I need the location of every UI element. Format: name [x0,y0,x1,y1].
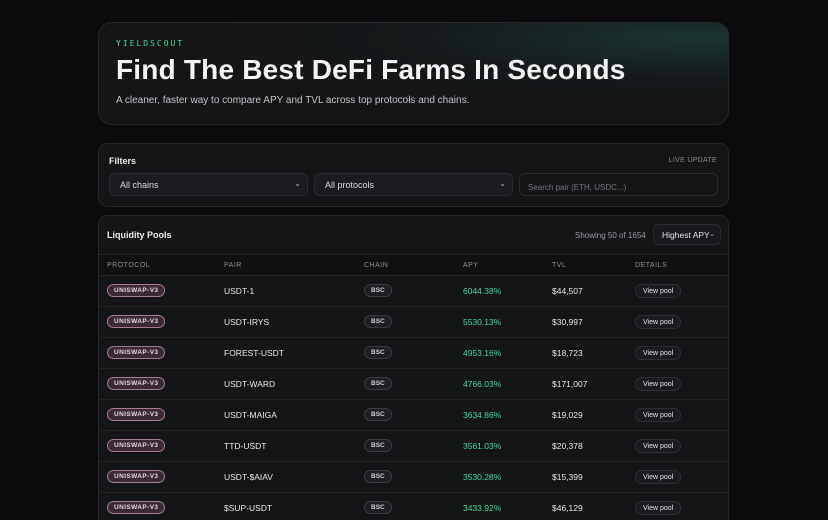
table-row: UNISWAP-V3 USDT-$AIAV BSC 3530.28% $15,3… [99,462,728,493]
column-header-chain: CHAIN [364,262,389,269]
apy-value: 4766.03% [463,379,502,389]
filters-panel: Filters LIVE UPDATE All chains ⌄ All pro… [98,143,729,207]
apy-value: 4953.16% [463,348,502,358]
chevron-down-icon: ⌄ [709,231,715,238]
pair-name: FOREST-USDT [224,348,284,358]
chain-badge: BSC [364,439,392,452]
brand-label: YIELDSCOUT [116,39,185,48]
pair-name: USDT-IRYS [224,317,270,327]
protocol-badge: UNISWAP-V3 [107,346,166,359]
protocol-badge: UNISWAP-V3 [107,501,166,514]
table-row: UNISWAP-V3 USDT-IRYS BSC 5530.13% $30,99… [99,307,728,338]
column-header-tvl: TVL [552,262,567,269]
chain-select[interactable]: All chains ⌄ [109,173,308,196]
pair-name: USDT-WARD [224,379,276,389]
chain-badge: BSC [364,377,392,390]
pair-name: TTD-USDT [224,441,267,451]
column-header-pair: PAIR [224,262,242,269]
view-pool-button[interactable]: View pool [635,284,682,298]
column-header-details: DETAILS [635,262,668,269]
liquidity-pools-panel: Liquidity Pools Showing 50 of 1654 Highe… [98,215,729,520]
tvl-value: $19,029 [552,410,583,420]
protocol-badge: UNISWAP-V3 [107,315,166,328]
view-pool-button[interactable]: View pool [635,439,682,453]
tvl-value: $30,997 [552,317,583,327]
apy-value: 3530.28% [463,472,502,482]
filters-title: Filters [109,156,137,166]
sort-select[interactable]: Highest APY ⌄ [653,224,721,245]
column-header-protocol: PROTOCOL [107,262,151,269]
view-pool-button[interactable]: View pool [635,315,682,329]
table-row: UNISWAP-V3 TTD-USDT BSC 3561.03% $20,378… [99,431,728,462]
chain-badge: BSC [364,284,392,297]
pools-title: Liquidity Pools [107,230,172,240]
protocol-badge: UNISWAP-V3 [107,377,166,390]
tvl-value: $171,007 [552,379,588,389]
tvl-value: $44,507 [552,286,583,296]
chain-badge: BSC [364,501,392,514]
protocol-badge: UNISWAP-V3 [107,408,166,421]
pair-name: $SUP-USDT [224,503,273,513]
table-header: PROTOCOL PAIR CHAIN APY TVL DETAILS [99,254,728,276]
protocol-badge: UNISWAP-V3 [107,439,166,452]
column-header-apy: APY [463,262,479,269]
pair-name: USDT-MAIGA [224,410,277,420]
table-row: UNISWAP-V3 FOREST-USDT BSC 4953.16% $18,… [99,338,728,369]
search-input[interactable] [519,173,718,196]
tvl-value: $20,378 [552,441,583,451]
page-title: Find The Best DeFi Farms In Seconds [116,54,626,85]
protocol-badge: UNISWAP-V3 [107,470,166,483]
live-update-label: LIVE UPDATE [668,157,717,164]
apy-value: 3433.92% [463,503,502,513]
chevron-down-icon: ⌄ [294,179,301,188]
protocol-select[interactable]: All protocols ⌄ [314,173,513,196]
tvl-value: $15,399 [552,472,583,482]
apy-value: 3561.03% [463,441,502,451]
page-subtitle: A cleaner, faster way to compare APY and… [116,95,470,106]
results-count: Showing 50 of 1654 [575,231,646,240]
protocol-select-value: All protocols [325,180,375,190]
chevron-down-icon: ⌄ [499,179,506,188]
tvl-value: $18,723 [552,348,583,358]
chain-badge: BSC [364,408,392,421]
view-pool-button[interactable]: View pool [635,470,682,484]
chain-badge: BSC [364,315,392,328]
tvl-value: $46,129 [552,503,583,513]
apy-value: 3634.86% [463,410,502,420]
apy-value: 6044.38% [463,286,502,296]
chain-select-value: All chains [120,180,159,190]
view-pool-button[interactable]: View pool [635,377,682,391]
sort-select-value: Highest APY [662,230,710,240]
chain-badge: BSC [364,346,392,359]
view-pool-button[interactable]: View pool [635,501,682,515]
pair-name: USDT-$AIAV [224,472,273,482]
chain-badge: BSC [364,470,392,483]
view-pool-button[interactable]: View pool [635,408,682,422]
protocol-badge: UNISWAP-V3 [107,284,166,297]
table-row: UNISWAP-V3 USDT-1 BSC 6044.38% $44,507 V… [99,276,728,307]
pair-name: USDT-1 [224,286,255,296]
table-row: UNISWAP-V3 $SUP-USDT BSC 3433.92% $46,12… [99,493,728,520]
table-row: UNISWAP-V3 USDT-WARD BSC 4766.03% $171,0… [99,369,728,400]
apy-value: 5530.13% [463,317,502,327]
table-row: UNISWAP-V3 USDT-MAIGA BSC 3634.86% $19,0… [99,400,728,431]
view-pool-button[interactable]: View pool [635,346,682,360]
hero-banner: YIELDSCOUT Find The Best DeFi Farms In S… [98,22,729,125]
